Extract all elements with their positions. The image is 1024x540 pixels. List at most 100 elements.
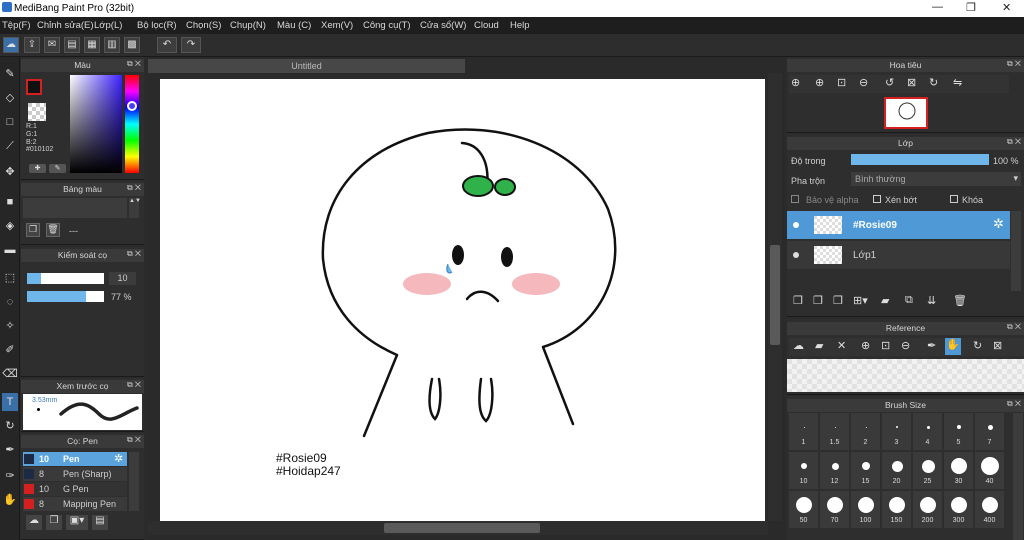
delete-palette-icon[interactable]: 🗑 [46,223,60,237]
flip-icon[interactable]: ⇋ [953,76,962,89]
speech-icon[interactable]: ▤ [64,37,80,53]
eraser-tool-icon[interactable]: ◇ [2,89,18,107]
delete-layer-icon[interactable]: 🗑 [953,294,967,307]
menu-view[interactable]: Xem(V) [321,20,353,31]
select-pen-icon[interactable]: ✐ [2,341,18,359]
dot-tool-icon[interactable]: □ [2,113,18,131]
zoom-in-icon[interactable]: ⊕ [815,76,824,89]
menu-tools[interactable]: Công cụ(T) [363,20,411,31]
fit-window-icon[interactable]: ⊠ [907,76,916,89]
palette-scroll[interactable]: ▲▼ [129,198,141,218]
fit-icon[interactable]: ⊡ [837,76,846,89]
layer-opacity-slider[interactable] [851,154,989,165]
maximize-button[interactable]: ❐ [966,1,976,14]
menu-file[interactable]: Tệp(F) [2,20,31,31]
navigator-thumbnail[interactable] [884,97,928,129]
layer-row[interactable]: #Rosie09 ✲ [787,211,1010,239]
brush-size-cell[interactable]: 2 [851,413,880,450]
zoom-in-icon[interactable]: ⊕ [861,339,870,352]
brush-size-cell[interactable]: 100 [851,491,880,528]
brush-item[interactable]: 10 Pen ✲ [23,452,127,466]
redo-icon[interactable]: ↷ [181,37,201,53]
select-tool-icon[interactable]: ⬚ [2,269,18,287]
upload-icon[interactable]: ⇪ [24,37,40,53]
hand-icon[interactable]: ✋ [945,338,961,355]
fill-rect-tool-icon[interactable]: ■ [2,193,18,211]
eye-icon[interactable] [793,252,799,258]
horizontal-scrollbar[interactable] [148,521,768,535]
clipping-checkbox[interactable] [873,195,881,203]
vertical-scroll-thumb[interactable] [770,245,780,345]
secondary-color-swatch[interactable] [28,103,46,121]
gradient-tool-icon[interactable]: ▬ [2,241,18,259]
hue-cursor[interactable] [127,101,137,111]
eyedropper-tool-icon[interactable]: ✒ [2,441,18,459]
gear-icon[interactable]: ✲ [993,216,1004,232]
panel-close-icon[interactable]: ⧉ ✕ [127,183,141,193]
select-eraser-icon[interactable]: ⌫ [2,365,18,383]
panel-close-icon[interactable]: ⧉ ✕ [127,249,141,259]
move-tool-icon[interactable]: ✥ [2,163,18,181]
menu-window[interactable]: Cửa sổ(W) [420,20,466,31]
vertical-scrollbar[interactable] [768,73,782,521]
page-icon[interactable]: ▦ [84,37,100,53]
document-tab[interactable]: Untitled [148,59,465,73]
menu-color[interactable]: Màu (C) [277,20,311,31]
brush-size-cell[interactable]: 3 [882,413,911,450]
hue-slider[interactable] [125,75,139,173]
comment-icon[interactable]: ✉ [44,37,60,53]
primary-color-swatch[interactable] [26,79,42,95]
zoom-icon[interactable]: ⊕ [791,76,800,89]
palette-swatches[interactable] [23,198,127,218]
layer-scrollbar[interactable] [1011,211,1021,291]
close-button[interactable]: ✕ [1002,1,1011,14]
horizontal-scroll-thumb[interactable] [384,523,540,533]
panel-close-icon[interactable]: ⧉ ✕ [1007,137,1021,147]
brush-size-cell[interactable]: 1.5 [820,413,849,450]
menu-capture[interactable]: Chụp(N) [230,20,266,31]
cloud-brush-icon[interactable]: ☁ [26,515,42,530]
open-reference-icon[interactable]: ▰ [815,339,823,352]
new-8bit-layer-icon[interactable]: ❐ [833,294,843,307]
tiles-icon[interactable]: ▩ [124,37,140,53]
zoom-out-icon[interactable]: ⊖ [859,76,868,89]
protect-alpha-checkbox[interactable] [791,195,799,203]
menu-cloud[interactable]: Cloud [474,20,499,31]
rotate-left-icon[interactable]: ↺ [885,76,894,89]
new-halftone-layer-icon[interactable]: ❐ [813,294,823,307]
lasso-tool-icon[interactable]: ◌ [2,293,18,311]
close-reference-icon[interactable]: ✕ [837,339,846,352]
cloud-icon[interactable]: ☁ [3,37,19,53]
fit-window-icon[interactable]: ⊠ [993,339,1002,352]
brush-item[interactable]: 8 Pen (Sharp) [23,467,127,481]
brush-size-cell[interactable]: 150 [882,491,911,528]
menu-filter[interactable]: Bộ lọc(R) [137,20,177,31]
rotate-right-icon[interactable]: ↻ [929,76,938,89]
cloud-reference-icon[interactable]: ☁ [793,339,804,352]
panel-close-icon[interactable]: ⧉ ✕ [1007,322,1021,332]
brush-item[interactable]: 10 G Pen [23,482,127,496]
minimize-button[interactable]: — [932,1,943,13]
size-value[interactable]: 10 [109,272,136,285]
menu-help[interactable]: Help [510,20,530,31]
brush-settings-icon[interactable]: ▤ [92,515,108,530]
brush-size-cell[interactable]: 300 [944,491,973,528]
operation-tool-icon[interactable]: ↻ [2,417,18,435]
brush-size-cell[interactable]: 1 [789,413,818,450]
layer-row[interactable]: Lớp1 [787,241,1010,269]
eyedropper-small-icon[interactable]: ✚ [29,164,46,173]
magic-wand-icon[interactable]: ✧ [2,317,18,335]
duplicate-layer-icon[interactable]: ⧉ [905,294,913,307]
new-brush-icon[interactable]: ❐ [46,515,62,530]
menu-select[interactable]: Chọn(S) [186,20,221,31]
brush-size-cell[interactable]: 5 [944,413,973,450]
brush-size-cell[interactable]: 30 [944,452,973,489]
zoom-out-icon[interactable]: ⊖ [901,339,910,352]
panel-close-icon[interactable]: ⧉ ✕ [127,59,141,69]
saturation-value-picker[interactable] [70,75,122,173]
new-layer-icon[interactable]: ❐ [793,294,803,307]
bucket-tool-icon[interactable]: ◈ [2,217,18,235]
brush-menu-icon[interactable]: ▣▾ [66,515,88,530]
new-palette-icon[interactable]: ❐ [26,223,40,237]
brush-item[interactable]: 8 Mapping Pen [23,497,127,511]
